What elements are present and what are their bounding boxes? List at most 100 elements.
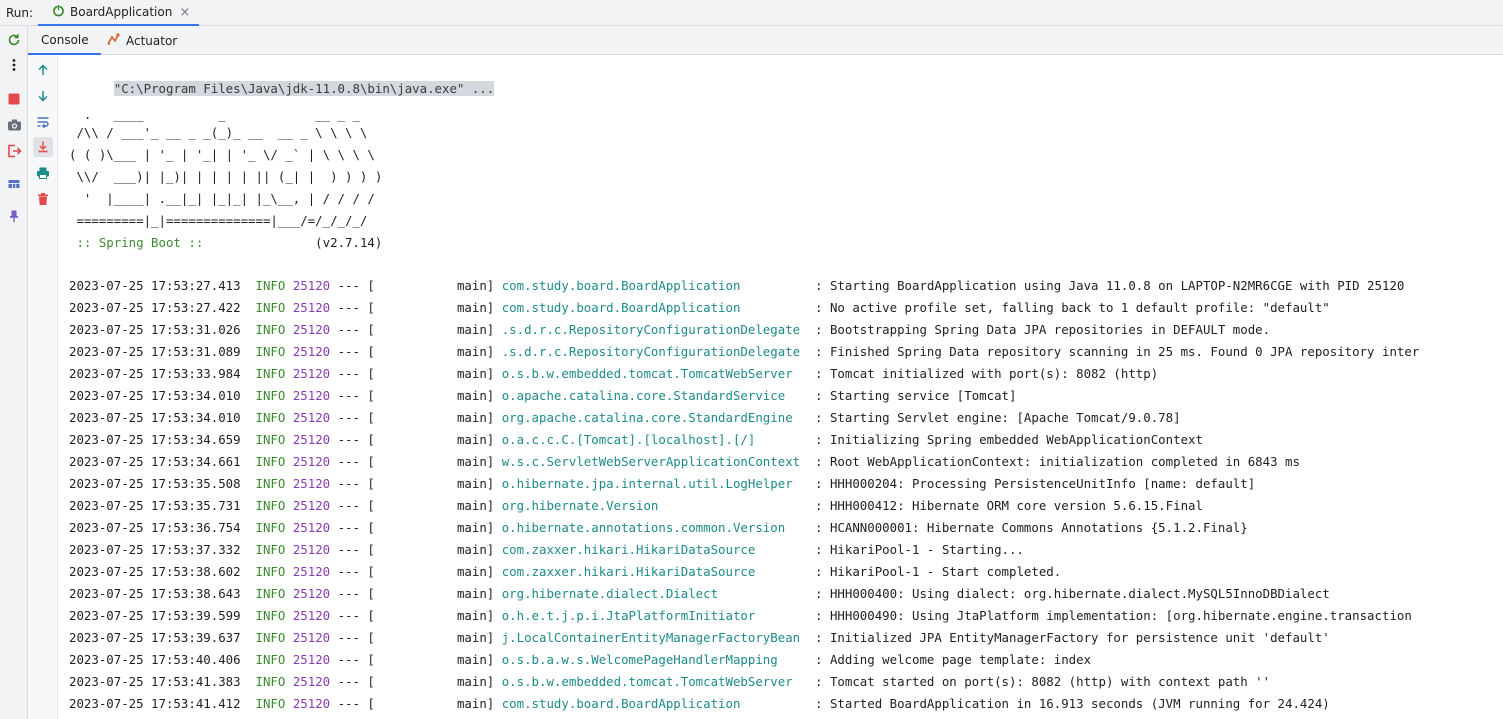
log-level: INFO	[255, 520, 286, 535]
soft-wrap-icon[interactable]	[33, 112, 53, 132]
log-row: 2023-07-25 17:53:39.599 INFO 25120 --- […	[69, 605, 1412, 627]
log-timestamp: 2023-07-25 17:53:34.010	[69, 410, 241, 425]
tab-actuator-label: Actuator	[126, 33, 178, 48]
log-level: INFO	[255, 432, 286, 447]
log-logger: o.apache.catalina.core.StandardService	[501, 388, 786, 403]
log-logger: com.zaxxer.hikari.HikariDataSource	[501, 542, 756, 557]
log-thread: main	[456, 586, 487, 601]
banner-line: \\/ ___)| |_)| | | | | || (_| | ) ) ) )	[69, 169, 383, 184]
log-row: 2023-07-25 17:53:36.754 INFO 25120 --- […	[69, 517, 1248, 539]
log-logger: .s.d.r.c.RepositoryConfigurationDelegate	[501, 322, 801, 337]
print-icon[interactable]	[33, 163, 53, 183]
log-message: HHH000412: Hibernate ORM core version 5.…	[829, 498, 1203, 513]
log-timestamp: 2023-07-25 17:53:39.599	[69, 608, 241, 623]
spring-boot-version-line: :: Spring Boot :: (v2.7.14)	[69, 232, 382, 254]
log-pid: 25120	[292, 674, 331, 689]
exit-icon[interactable]	[4, 141, 24, 161]
log-level: INFO	[255, 322, 286, 337]
log-timestamp: 2023-07-25 17:53:31.026	[69, 322, 241, 337]
log-logger: com.study.board.BoardApplication	[501, 300, 741, 315]
log-pid: 25120	[292, 432, 331, 447]
arrow-down-icon[interactable]	[33, 86, 53, 106]
log-thread: main	[456, 696, 487, 711]
log-logger: com.study.board.BoardApplication	[501, 278, 741, 293]
console-toolbar	[28, 55, 58, 719]
log-thread: main	[456, 344, 487, 359]
log-message: No active profile set, falling back to 1…	[829, 300, 1330, 315]
log-thread: main	[456, 542, 487, 557]
run-tab-bar: Run: BoardApplication ×	[0, 0, 1503, 26]
log-thread: main	[456, 674, 487, 689]
log-thread: main	[456, 300, 487, 315]
log-message: Tomcat initialized with port(s): 8082 (h…	[829, 366, 1159, 381]
log-pid: 25120	[292, 410, 331, 425]
log-row: 2023-07-25 17:53:34.010 INFO 25120 --- […	[69, 385, 1016, 407]
log-pid: 25120	[292, 564, 331, 579]
layout-icon[interactable]	[4, 174, 24, 194]
log-timestamp: 2023-07-25 17:53:41.412	[69, 696, 241, 711]
java-command: "C:\Program Files\Java\jdk-11.0.8\bin\ja…	[113, 81, 495, 96]
scroll-to-end-icon[interactable]	[33, 137, 53, 157]
pin-icon[interactable]	[4, 206, 24, 226]
log-thread: main	[456, 278, 487, 293]
log-level: INFO	[255, 300, 286, 315]
log-timestamp: 2023-07-25 17:53:35.508	[69, 476, 241, 491]
log-level: INFO	[255, 608, 286, 623]
log-row: 2023-07-25 17:53:40.406 INFO 25120 --- […	[69, 649, 1091, 671]
stop-icon[interactable]	[4, 89, 24, 109]
log-thread: main	[456, 652, 487, 667]
log-logger: com.zaxxer.hikari.HikariDataSource	[501, 564, 756, 579]
log-level: INFO	[255, 542, 286, 557]
log-pid: 25120	[292, 498, 331, 513]
tab-board-application[interactable]: BoardApplication ×	[38, 0, 200, 26]
log-logger: org.hibernate.dialect.Dialect	[501, 586, 719, 601]
rerun-icon[interactable]	[4, 30, 24, 50]
log-level: INFO	[255, 674, 286, 689]
camera-icon[interactable]	[4, 115, 24, 135]
log-message: Initializing Spring embedded WebApplicat…	[829, 432, 1203, 447]
arrow-up-icon[interactable]	[33, 60, 53, 80]
log-row: 2023-07-25 17:53:27.422 INFO 25120 --- […	[69, 297, 1330, 319]
log-message: Bootstrapping Spring Data JPA repositori…	[829, 322, 1271, 337]
log-logger: o.a.c.c.C.[Tomcat].[localhost].[/]	[501, 432, 756, 447]
log-timestamp: 2023-07-25 17:53:37.332	[69, 542, 241, 557]
log-level: INFO	[255, 696, 286, 711]
tab-actuator[interactable]: Actuator	[107, 26, 177, 55]
log-timestamp: 2023-07-25 17:53:41.383	[69, 674, 241, 689]
log-row: 2023-07-25 17:53:27.413 INFO 25120 --- […	[69, 275, 1404, 297]
actuator-icon	[107, 32, 121, 49]
run-label: Run:	[6, 6, 34, 20]
console-output[interactable]: "C:\Program Files\Java\jdk-11.0.8\bin\ja…	[58, 55, 1503, 719]
log-level: INFO	[255, 410, 286, 425]
log-row: 2023-07-25 17:53:41.412 INFO 25120 --- […	[69, 693, 1330, 715]
log-timestamp: 2023-07-25 17:53:39.637	[69, 630, 241, 645]
log-thread: main	[456, 564, 487, 579]
close-icon[interactable]: ×	[179, 5, 190, 20]
log-timestamp: 2023-07-25 17:53:31.089	[69, 344, 241, 359]
log-row: 2023-07-25 17:53:38.602 INFO 25120 --- […	[69, 561, 1061, 583]
console-subtabs: Console Actuator	[28, 26, 1503, 55]
log-timestamp: 2023-07-25 17:53:34.010	[69, 388, 241, 403]
log-message: Finished Spring Data repository scanning…	[829, 344, 1420, 359]
log-timestamp: 2023-07-25 17:53:38.643	[69, 586, 241, 601]
log-pid: 25120	[292, 278, 331, 293]
spring-boot-power-icon	[52, 4, 65, 20]
log-timestamp: 2023-07-25 17:53:27.413	[69, 278, 241, 293]
log-logger: o.s.b.w.embedded.tomcat.TomcatWebServer	[501, 674, 793, 689]
banner-line: /\\ / ___'_ __ _ _(_)_ __ __ _ \ \ \ \	[69, 125, 368, 140]
log-level: INFO	[255, 366, 286, 381]
log-timestamp: 2023-07-25 17:53:36.754	[69, 520, 241, 535]
log-pid: 25120	[292, 322, 331, 337]
tab-console[interactable]: Console	[28, 26, 101, 55]
trash-icon[interactable]	[33, 189, 53, 209]
spring-boot-version: (v2.7.14)	[210, 235, 383, 250]
more-vertical-icon[interactable]	[4, 55, 24, 75]
log-pid: 25120	[292, 542, 331, 557]
log-level: INFO	[255, 630, 286, 645]
log-thread: main	[456, 498, 487, 513]
log-timestamp: 2023-07-25 17:53:40.406	[69, 652, 241, 667]
log-pid: 25120	[292, 586, 331, 601]
log-message: HHH000400: Using dialect: org.hibernate.…	[829, 586, 1330, 601]
run-tool-window: Run: BoardApplication × Console Actuator…	[0, 0, 1503, 719]
log-thread: main	[456, 608, 487, 623]
